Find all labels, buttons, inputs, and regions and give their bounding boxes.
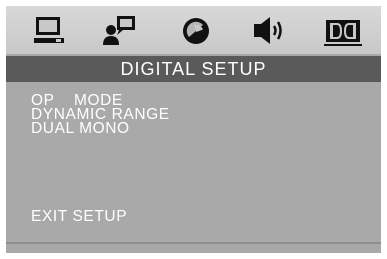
tab-video-setup[interactable] [176,13,216,47]
contrast-circle-icon [183,18,209,44]
tab-digital-setup[interactable] [323,13,363,47]
osd-screen: DIGITAL SETUP OP MODE DYNAMIC RANGE DUAL… [6,6,381,253]
speaking-person-icon [103,16,135,45]
dolby-icon [324,20,362,46]
menu-item-dual-mono[interactable]: DUAL MONO [31,121,170,137]
tab-general-setup[interactable] [30,13,70,47]
speaker-icon [254,17,282,44]
digital-setup-menu: OP MODE DYNAMIC RANGE DUAL MONO [31,93,170,137]
tab-language-setup[interactable] [101,13,141,47]
setup-tab-bar [6,6,381,54]
bottom-divider [6,242,381,244]
tab-audio-setup[interactable] [249,13,289,47]
tv-monitor-icon [34,17,64,43]
exit-setup-item[interactable]: EXIT SETUP [31,208,127,226]
page-title: DIGITAL SETUP [6,56,381,82]
